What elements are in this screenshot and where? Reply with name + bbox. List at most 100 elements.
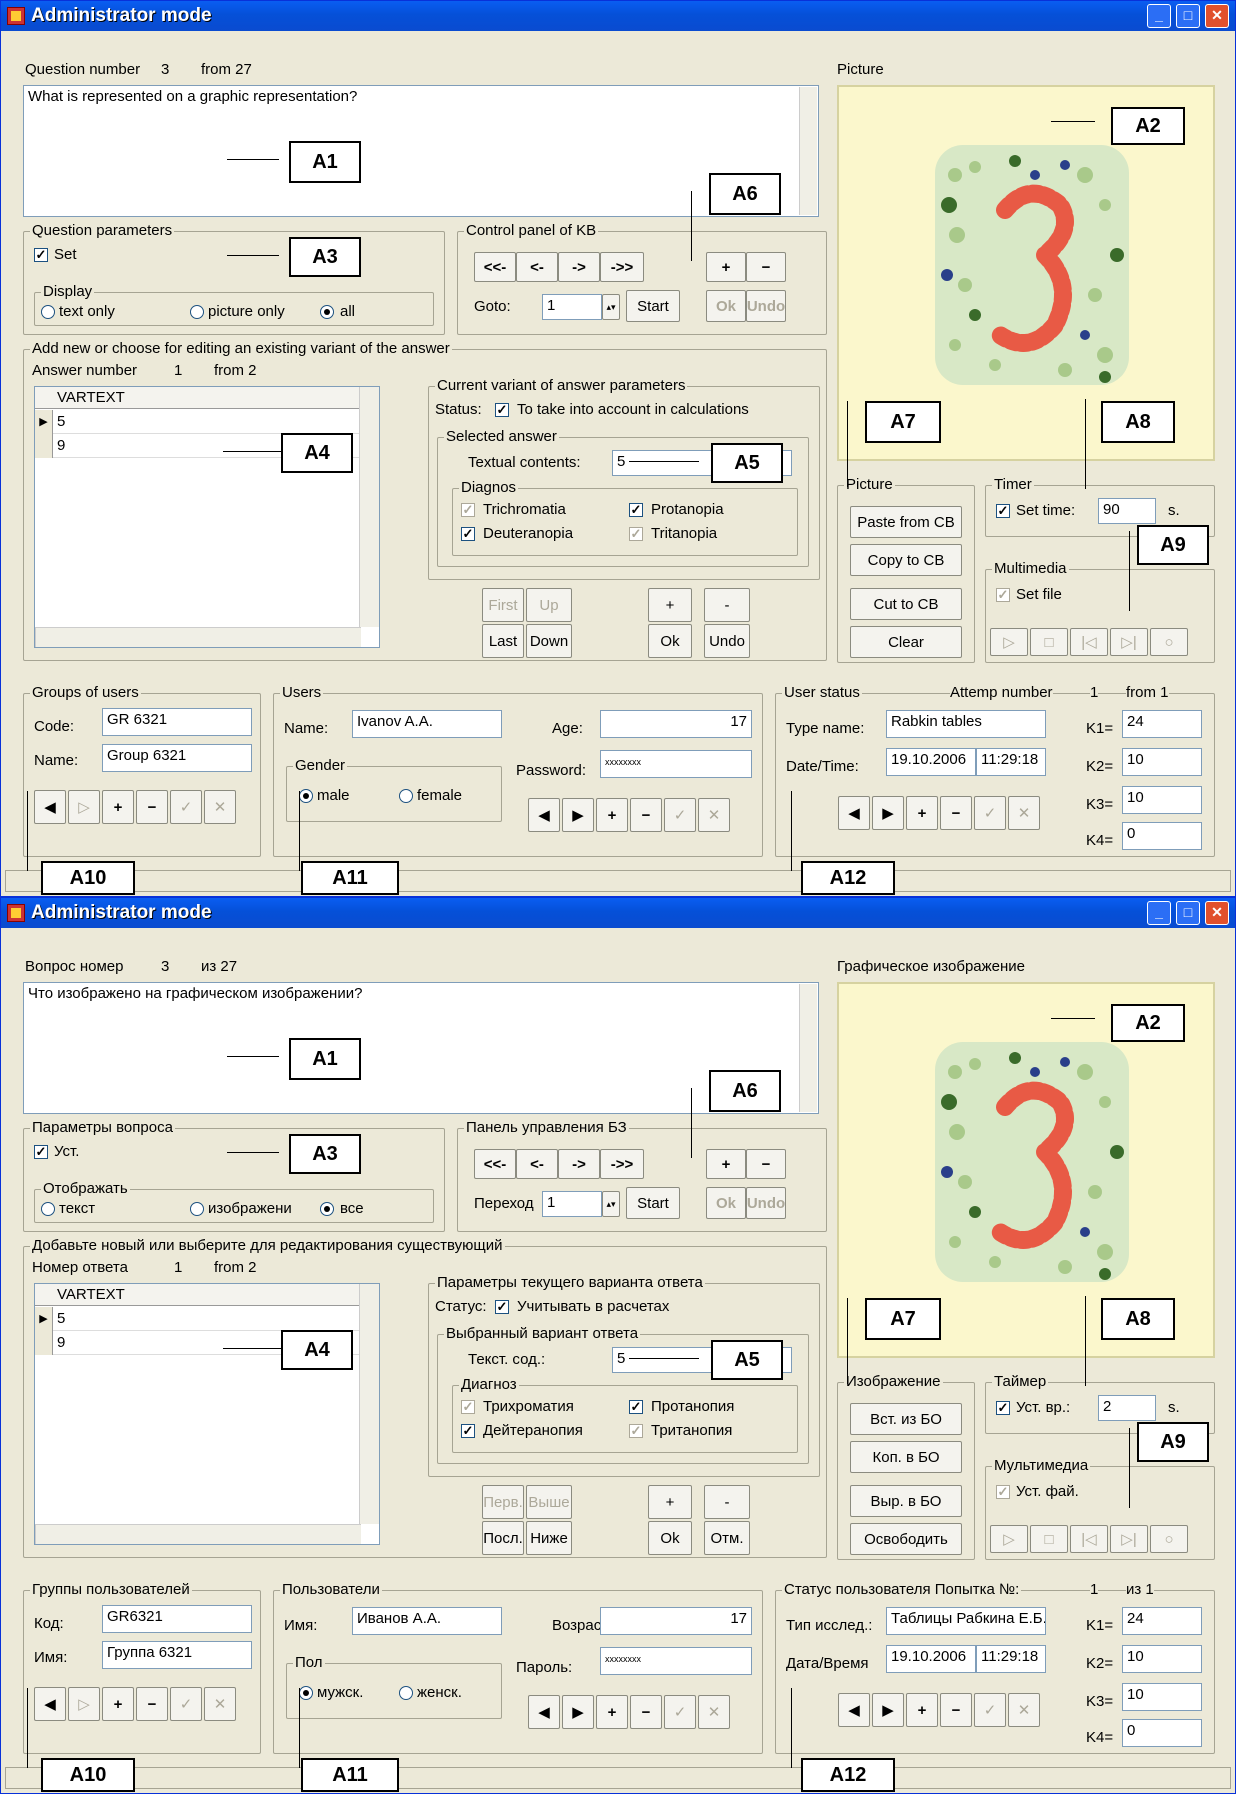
deuteranopia-checkbox[interactable]: ✓ xyxy=(461,527,475,541)
k3-input[interactable]: 10 xyxy=(1122,786,1202,814)
goto-input[interactable]: 1 xyxy=(542,294,602,320)
ok-button[interactable]: Ok xyxy=(706,290,746,322)
close-button[interactable]: ✕ xyxy=(1205,4,1229,28)
deuteranopia-checkbox[interactable]: ✓ xyxy=(461,1424,475,1438)
add-answer-button[interactable]: + xyxy=(648,588,692,622)
skip-back-icon[interactable]: |◁ xyxy=(1070,628,1108,656)
picture-only-radio[interactable] xyxy=(190,1202,204,1216)
password-input[interactable]: xxxxxxxx xyxy=(600,1647,752,1675)
cut-button[interactable]: Выр. в БО xyxy=(850,1485,962,1517)
goto-spinner[interactable]: ▴▾ xyxy=(602,294,620,320)
cancel-status-icon[interactable]: ✕ xyxy=(1008,1693,1040,1727)
paste-button[interactable]: Вст. из БО xyxy=(850,1403,962,1435)
cancel-group-icon[interactable]: ✕ xyxy=(204,1687,236,1721)
tritanopia-checkbox[interactable]: ✓ xyxy=(629,1424,643,1438)
male-radio[interactable] xyxy=(299,789,313,803)
group-name-input[interactable]: Group 6321 xyxy=(102,744,252,772)
k3-input[interactable]: 10 xyxy=(1122,1683,1202,1711)
grid-horizontal-scrollbar[interactable] xyxy=(35,627,361,647)
first-question-button[interactable]: <<- xyxy=(474,252,516,282)
status-checkbox[interactable]: ✓ xyxy=(495,1300,509,1314)
table-row[interactable]: ▶ 5 xyxy=(35,1307,379,1331)
confirm-group-icon[interactable]: ✓ xyxy=(170,1687,202,1721)
date-input[interactable]: 19.10.2006 xyxy=(886,748,976,776)
up-answer-button[interactable]: Выше xyxy=(526,1485,572,1519)
time-input[interactable]: 90 xyxy=(1098,498,1156,524)
cancel-user-icon[interactable]: ✕ xyxy=(698,798,730,832)
all-radio[interactable] xyxy=(320,1202,334,1216)
last-question-button[interactable]: ->> xyxy=(600,1149,644,1179)
clear-button[interactable]: Clear xyxy=(850,626,962,658)
text-only-radio[interactable] xyxy=(41,305,55,319)
last-question-button[interactable]: ->> xyxy=(600,252,644,282)
clear-button[interactable]: Освободить xyxy=(850,1523,962,1555)
time-input[interactable]: 2 xyxy=(1098,1395,1156,1421)
maximize-button[interactable]: □ xyxy=(1176,901,1200,925)
time-stamp-input[interactable]: 11:29:18 xyxy=(976,1645,1046,1673)
female-radio[interactable] xyxy=(399,789,413,803)
next-group-icon[interactable]: ▷ xyxy=(68,1687,100,1721)
delete-status-icon[interactable]: − xyxy=(940,796,972,830)
delete-answer-button[interactable]: - xyxy=(704,1485,750,1519)
next-question-button[interactable]: -> xyxy=(558,252,600,282)
age-input[interactable]: 17 xyxy=(600,1607,752,1635)
user-name-input[interactable]: Ivanov A.A. xyxy=(352,710,502,738)
add-group-icon[interactable]: + xyxy=(102,790,134,824)
last-answer-button[interactable]: Посл. xyxy=(482,1521,524,1555)
next-status-icon[interactable]: ▶ xyxy=(872,1693,904,1727)
answers-grid[interactable]: VARTEXT ▶ 5 9 xyxy=(34,1283,380,1545)
k2-input[interactable]: 10 xyxy=(1122,748,1202,776)
add-status-icon[interactable]: + xyxy=(906,1693,938,1727)
prev-user-icon[interactable]: ◀ xyxy=(528,1695,560,1729)
undo-button[interactable]: Undo xyxy=(746,1187,786,1219)
delete-question-button[interactable]: − xyxy=(746,252,786,282)
skip-back-icon[interactable]: |◁ xyxy=(1070,1525,1108,1553)
maximize-button[interactable]: □ xyxy=(1176,4,1200,28)
last-answer-button[interactable]: Last xyxy=(482,624,524,658)
grid-vertical-scrollbar[interactable] xyxy=(359,1284,379,1524)
add-answer-button[interactable]: + xyxy=(648,1485,692,1519)
paste-button[interactable]: Paste from CB xyxy=(850,506,962,538)
confirm-status-icon[interactable]: ✓ xyxy=(974,1693,1006,1727)
trichromatia-checkbox[interactable]: ✓ xyxy=(461,503,475,517)
ok-answer-button[interactable]: Ok xyxy=(648,624,692,658)
down-answer-button[interactable]: Down xyxy=(526,624,572,658)
code-input[interactable]: GR6321 xyxy=(102,1605,252,1633)
prev-user-icon[interactable]: ◀ xyxy=(528,798,560,832)
undo-answer-button[interactable]: Отм. xyxy=(704,1521,750,1555)
status-checkbox[interactable]: ✓ xyxy=(495,403,509,417)
play-icon[interactable]: ▷ xyxy=(990,1525,1028,1553)
delete-user-icon[interactable]: − xyxy=(630,798,662,832)
skip-forward-icon[interactable]: ▷| xyxy=(1110,628,1148,656)
confirm-user-icon[interactable]: ✓ xyxy=(664,798,696,832)
trichromatia-checkbox[interactable]: ✓ xyxy=(461,1400,475,1414)
k1-input[interactable]: 24 xyxy=(1122,1607,1202,1635)
table-row[interactable]: ▶ 5 xyxy=(35,410,379,434)
goto-spinner[interactable]: ▴▾ xyxy=(602,1191,620,1217)
delete-question-button[interactable]: − xyxy=(746,1149,786,1179)
type-name-input[interactable]: Rabkin tables xyxy=(886,710,1046,738)
start-button[interactable]: Start xyxy=(626,1187,680,1219)
answers-grid[interactable]: VARTEXT ▶ 5 9 xyxy=(34,386,380,648)
set-checkbox[interactable]: ✓ xyxy=(34,1145,48,1159)
cancel-user-icon[interactable]: ✕ xyxy=(698,1695,730,1729)
delete-user-icon[interactable]: − xyxy=(630,1695,662,1729)
k1-input[interactable]: 24 xyxy=(1122,710,1202,738)
date-input[interactable]: 19.10.2006 xyxy=(886,1645,976,1673)
all-radio[interactable] xyxy=(320,305,334,319)
question-scrollbar[interactable] xyxy=(799,87,817,215)
add-question-button[interactable]: + xyxy=(706,1149,746,1179)
play-icon[interactable]: ▷ xyxy=(990,628,1028,656)
question-scrollbar[interactable] xyxy=(799,984,817,1112)
password-input[interactable]: xxxxxxxx xyxy=(600,750,752,778)
stop-icon[interactable]: □ xyxy=(1030,628,1068,656)
confirm-group-icon[interactable]: ✓ xyxy=(170,790,202,824)
protanopia-checkbox[interactable]: ✓ xyxy=(629,1400,643,1414)
ok-answer-button[interactable]: Ok xyxy=(648,1521,692,1555)
set-file-checkbox[interactable]: ✓ xyxy=(996,588,1010,602)
delete-group-icon[interactable]: − xyxy=(136,790,168,824)
picture-only-radio[interactable] xyxy=(190,305,204,319)
start-button[interactable]: Start xyxy=(626,290,680,322)
prev-status-icon[interactable]: ◀ xyxy=(838,796,870,830)
question-text-area[interactable]: What is represented on a graphic represe… xyxy=(23,85,819,217)
